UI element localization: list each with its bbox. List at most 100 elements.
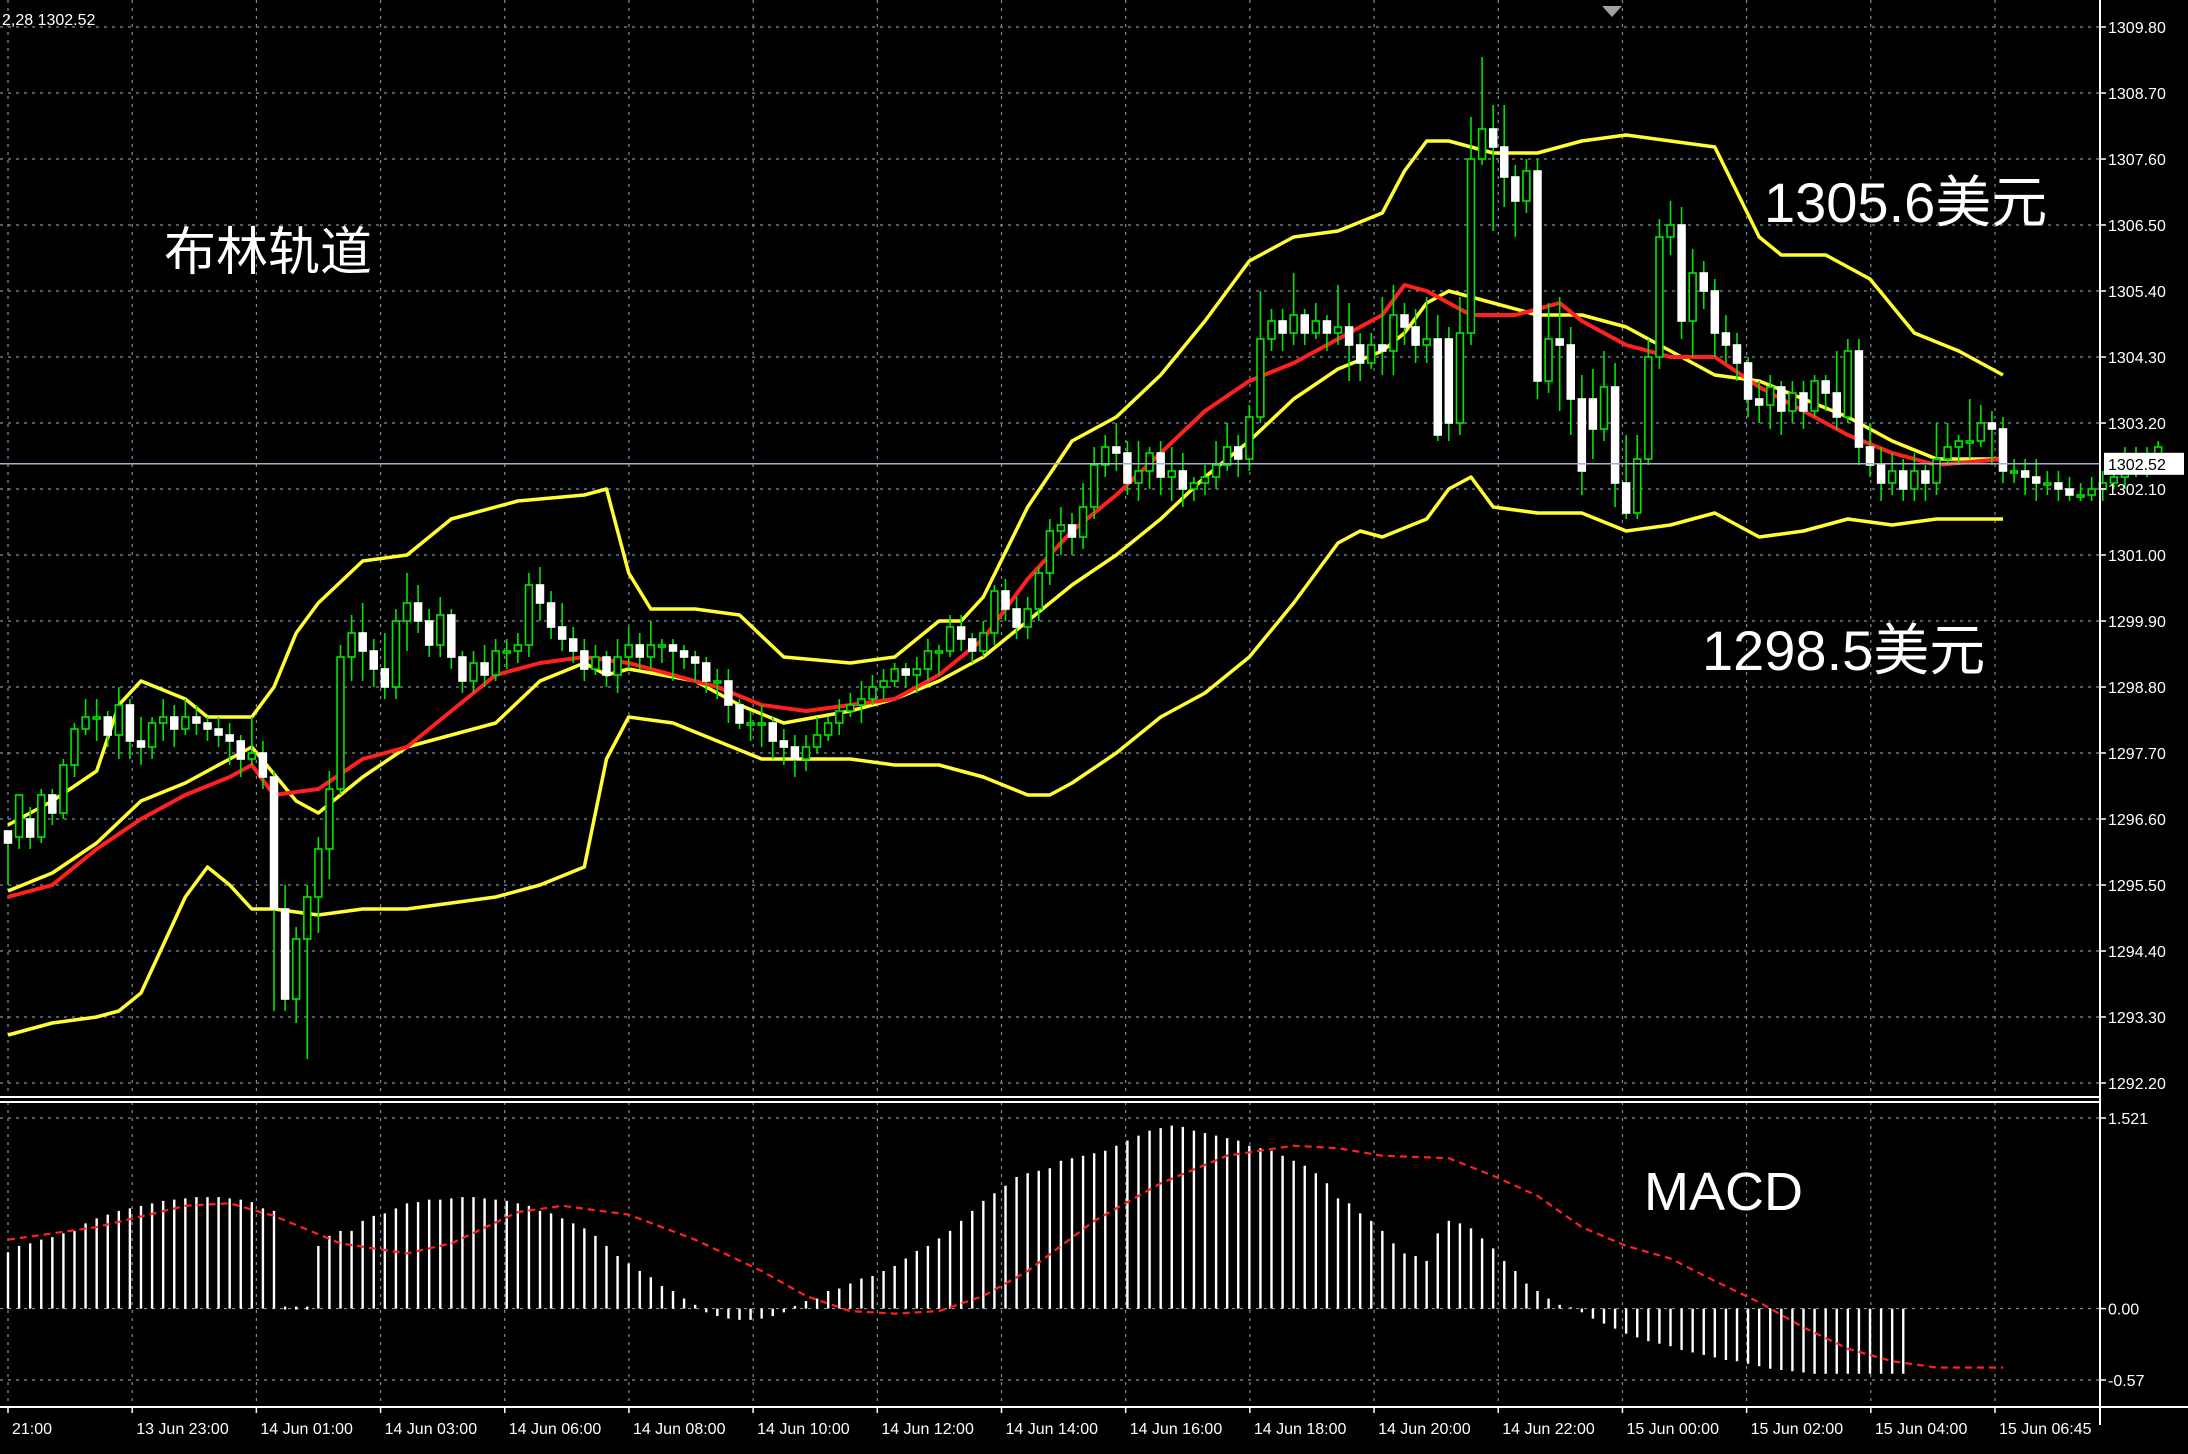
candle-body [469, 662, 478, 682]
candle-body [280, 908, 290, 1000]
candle-body [956, 626, 966, 640]
candle-body [1777, 386, 1786, 412]
candle-body [591, 656, 600, 670]
candle-body [646, 644, 656, 658]
candle-body [92, 716, 101, 720]
candle-body [613, 656, 622, 676]
candle-body [491, 650, 500, 676]
candle-body [1322, 320, 1332, 334]
y-tick-label: 1297.70 [2108, 746, 2166, 763]
candle-body [1267, 320, 1276, 340]
x-tick-label: 14 Jun 20:00 [1378, 1421, 1471, 1438]
candle-body [1577, 398, 1587, 472]
candle-body [779, 740, 789, 748]
y-tick-label: 1303.20 [2108, 416, 2166, 433]
candle-body [314, 848, 323, 898]
candle-body [569, 638, 578, 652]
x-tick-label: 13 Jun 23:00 [136, 1421, 229, 1438]
candle-body [868, 686, 877, 700]
candle-body [25, 818, 35, 838]
candle-body [1278, 320, 1287, 334]
candle-body [1998, 428, 2008, 472]
candle-body [968, 638, 977, 652]
candle-body [1045, 530, 1055, 574]
y-tick-label: 1304.30 [2108, 350, 2166, 367]
candle-body [1843, 350, 1853, 418]
candle-body [901, 668, 910, 676]
candle [1677, 207, 1686, 339]
candle-body [923, 650, 933, 670]
candle-body [181, 716, 190, 730]
candle-body [801, 746, 811, 760]
candle-body [1156, 452, 1165, 478]
x-tick-label: 14 Jun 12:00 [881, 1421, 974, 1438]
candle-body [37, 794, 46, 838]
candle-body [1754, 398, 1764, 406]
candle-body [1389, 314, 1398, 352]
candle-body [2065, 488, 2074, 496]
candle-body [1810, 380, 1819, 412]
candle [1533, 159, 1542, 399]
candle-body [1555, 338, 1564, 346]
candle-body [1987, 422, 1997, 430]
candle-body [1544, 338, 1553, 382]
candle-body [1788, 392, 1797, 412]
candle-body [1411, 326, 1420, 346]
y-tick-label: 1309.80 [2108, 20, 2166, 37]
candle [524, 573, 534, 657]
y-tick-label: 1292.20 [2108, 1076, 2166, 1093]
candle-body [70, 728, 79, 766]
candle-body [59, 764, 68, 814]
candle-body [1256, 338, 1265, 418]
x-tick-label: 15 Jun 06:45 [1999, 1421, 2092, 1438]
candle-body [1666, 224, 1675, 238]
x-tick-label: 14 Jun 14:00 [1006, 1421, 1099, 1438]
candle-body [513, 644, 523, 652]
candle-body [702, 662, 711, 682]
candle-body [735, 704, 744, 724]
candle-body [480, 662, 489, 676]
candle-body [1876, 464, 1886, 484]
candle-body [325, 788, 334, 850]
candle-body [114, 704, 124, 736]
candle-body [546, 602, 556, 628]
candle [1843, 339, 1853, 423]
candle-body [424, 620, 434, 646]
candle-body [679, 650, 689, 658]
candle-body [602, 656, 611, 676]
candle-body [1034, 572, 1043, 610]
candle-body [1932, 458, 1941, 484]
candle-body [103, 716, 112, 736]
candle-body [557, 626, 567, 640]
candle-body [502, 650, 511, 654]
candle-body [746, 722, 755, 726]
candle-body [846, 704, 855, 712]
candle-body [1566, 344, 1575, 400]
candle-body [1965, 440, 1974, 444]
candle-body [1599, 386, 1609, 430]
candle-body [447, 614, 456, 658]
x-tick-label: 21:00 [12, 1421, 52, 1438]
candle-body [1522, 170, 1531, 202]
candle-body [990, 590, 999, 634]
candle-body [347, 632, 356, 658]
candle-body [934, 650, 944, 654]
x-tick-label: 14 Jun 10:00 [757, 1421, 850, 1438]
candle [336, 645, 345, 795]
candle-body [668, 644, 678, 652]
candle-body [835, 710, 844, 724]
candle-body [214, 728, 223, 736]
candle-body [724, 680, 733, 706]
candle-body [580, 650, 589, 670]
y-tick-label: 1295.50 [2108, 878, 2166, 895]
candle-body [979, 632, 988, 652]
candle-body [912, 668, 922, 676]
candle-body [1488, 128, 1498, 148]
candle-body [857, 698, 866, 706]
candle-body [1333, 326, 1343, 334]
candle-body [1766, 386, 1775, 406]
x-tick-label: 15 Jun 04:00 [1875, 1421, 1968, 1438]
candle-body [291, 938, 301, 1000]
candle-body [1234, 446, 1243, 460]
x-tick-label: 14 Jun 08:00 [633, 1421, 726, 1438]
